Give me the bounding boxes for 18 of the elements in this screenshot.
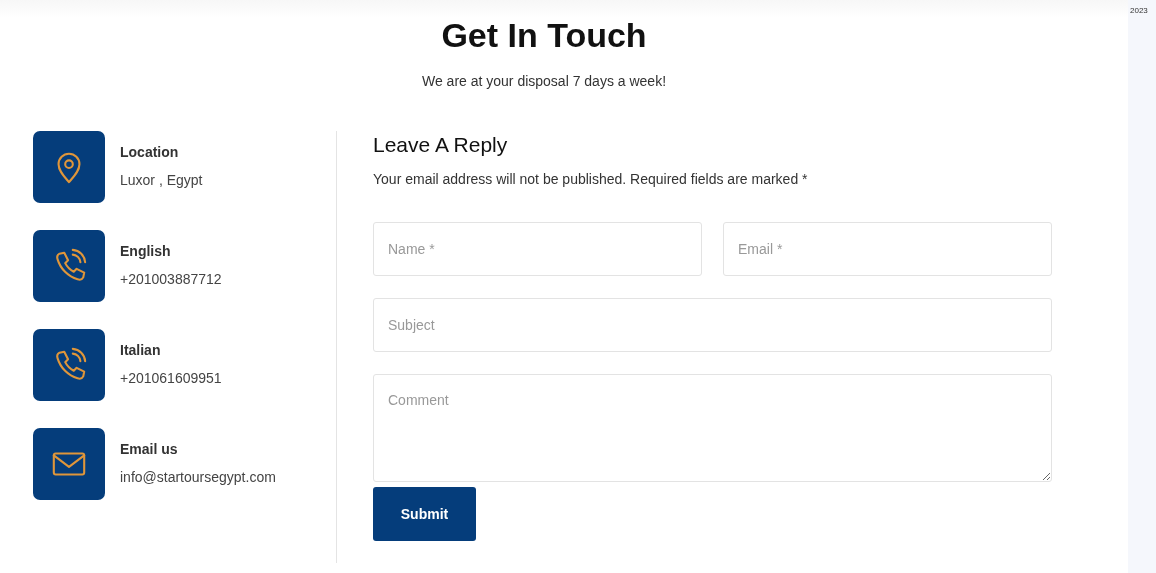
contact-label: Italian [120,342,162,358]
contact-value: Luxor , Egypt [120,172,203,188]
input-field[interactable]: Email * [723,222,1052,276]
subtitle-text: We are at your disposal 7 days a week! [420,73,668,89]
comment-field[interactable]: Comment [373,374,1052,482]
contact-value: +201003887712 [120,271,222,287]
form-title: Leave A Reply [373,133,509,157]
contact-label: Email us [120,441,179,457]
contact-label: Location [120,144,180,160]
input-field[interactable]: Subject [373,298,1052,352]
contact-value: +201061609951 [120,370,222,386]
contact-label: English [120,243,172,259]
contact-value: info@startoursegypt.com [120,469,276,485]
form-note: Your email address will not be published. Required fields are marked * [373,171,809,187]
year-text: 2023 [1129,5,1149,15]
input-field[interactable]: Name * [373,222,702,276]
page-title: Get In Touch [440,15,648,56]
submit-button[interactable]: Submit [373,487,476,541]
